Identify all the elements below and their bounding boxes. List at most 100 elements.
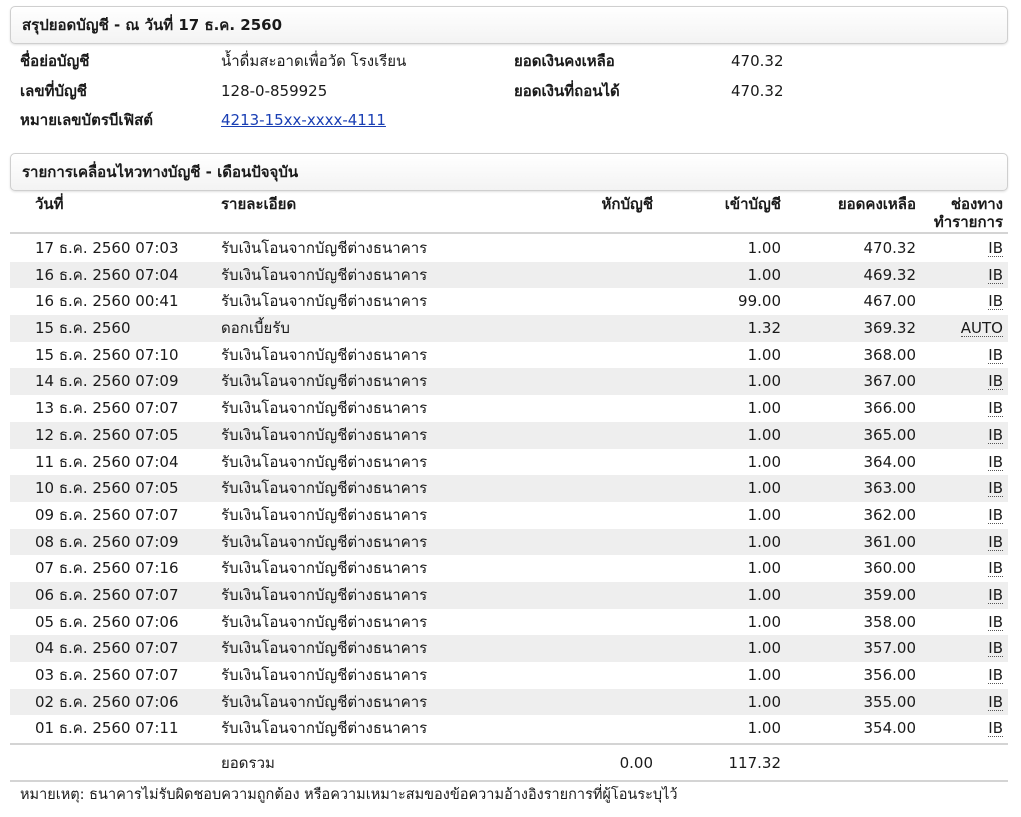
row-channel: IB [988,475,1003,502]
account-number-label: เลขที่บัญชี [20,82,87,100]
table-row: 11 ธ.ค. 2560 07:04 รับเงินโอนจากบัญชีต่าง… [10,449,1008,476]
row-balance: 357.00 [863,639,917,658]
total-credit: 117.32 [728,754,782,772]
row-channel: IB [988,502,1003,529]
row-credit: 1.00 [747,372,781,391]
row-credit: 1.00 [747,265,781,284]
table-row: 01 ธ.ค. 2560 07:11 รับเงินโอนจากบัญชีต่าง… [10,715,1008,742]
debit-card-link[interactable]: 4213-15xx-xxxx-4111 [221,110,386,130]
table-row: 10 ธ.ค. 2560 07:05 รับเงินโอนจากบัญชีต่าง… [10,475,1008,502]
row-credit: 1.00 [747,719,781,738]
table-row: 06 ธ.ค. 2560 07:07 รับเงินโอนจากบัญชีต่าง… [10,581,1008,609]
row-description: รับเงินโอนจากบัญชีต่างธนาคาร [221,265,428,284]
row-channel-abbr[interactable]: IB [988,373,1003,391]
row-channel: IB [988,422,1003,449]
row-balance: 358.00 [863,612,917,631]
column-header-balance: ยอดคงเหลือ [837,195,916,213]
row-channel-abbr[interactable]: IB [988,667,1003,684]
row-balance: 469.32 [863,265,917,284]
row-credit: 1.00 [747,452,781,471]
row-channel-abbr[interactable]: IB [988,587,1003,604]
balance-label: ยอดเงินคงเหลือ [514,52,615,70]
row-credit: 1.00 [747,612,781,631]
row-credit: 1.00 [747,692,781,711]
row-channel-abbr[interactable]: IB [988,640,1003,658]
row-date: 04 ธ.ค. 2560 07:07 [35,639,179,658]
row-channel-abbr[interactable]: IB [988,267,1003,284]
row-channel: IB [988,582,1003,609]
row-channel: IB [988,635,1003,662]
row-date: 01 ธ.ค. 2560 07:11 [35,719,179,738]
column-header-date: วันที่ [35,195,64,213]
row-balance: 367.00 [863,372,917,391]
row-channel: IB [988,715,1003,742]
row-credit: 99.00 [738,292,781,311]
table-row: 13 ธ.ค. 2560 07:07 รับเงินโอนจากบัญชีต่าง… [10,395,1008,422]
row-description: รับเงินโอนจากบัญชีต่างธนาคาร [221,639,428,658]
table-row: 08 ธ.ค. 2560 07:09 รับเงินโอนจากบัญชีต่าง… [10,528,1008,556]
row-balance: 354.00 [863,719,917,738]
table-row: 12 ธ.ค. 2560 07:05 รับเงินโอนจากบัญชีต่าง… [10,421,1008,449]
row-balance: 364.00 [863,452,917,471]
row-balance: 369.32 [863,319,917,338]
table-row: 15 ธ.ค. 2560 ดอกเบี้ยรับ 1.32 369.32 AUTO [10,315,1008,342]
footer-divider [10,780,1008,782]
row-date: 11 ธ.ค. 2560 07:04 [35,452,179,471]
row-channel-abbr[interactable]: IB [988,534,1003,551]
table-row: 07 ธ.ค. 2560 07:16 รับเงินโอนจากบัญชีต่าง… [10,555,1008,582]
row-channel-abbr[interactable]: IB [988,347,1003,364]
row-balance: 365.00 [863,425,917,444]
row-date: 14 ธ.ค. 2560 07:09 [35,372,179,391]
row-credit: 1.00 [747,585,781,604]
row-channel: IB [988,529,1003,556]
row-balance: 361.00 [863,532,917,551]
row-balance: 368.00 [863,345,917,364]
row-credit: 1.00 [747,666,781,684]
table-row: 04 ธ.ค. 2560 07:07 รับเงินโอนจากบัญชีต่าง… [10,635,1008,662]
row-balance: 467.00 [863,292,917,311]
row-description: รับเงินโอนจากบัญชีต่างธนาคาร [221,425,428,444]
row-channel-abbr[interactable]: IB [988,400,1003,418]
row-date: 16 ธ.ค. 2560 00:41 [35,292,179,311]
table-row: 03 ธ.ค. 2560 07:07 รับเงินโอนจากบัญชีต่าง… [10,662,1008,689]
balance-value: 470.32 [731,52,784,70]
row-channel-abbr[interactable]: IB [988,293,1003,311]
row-channel-abbr[interactable]: AUTO [960,320,1003,338]
row-channel-abbr[interactable]: IB [988,454,1003,471]
row-channel-abbr[interactable]: IB [988,427,1003,444]
header-divider [10,232,1008,234]
row-description: รับเงินโอนจากบัญชีต่างธนาคาร [221,239,428,257]
row-channel-abbr[interactable]: IB [988,614,1003,631]
row-date: 06 ธ.ค. 2560 07:07 [35,585,179,604]
table-row: 17 ธ.ค. 2560 07:03 รับเงินโอนจากบัญชีต่าง… [10,235,1008,262]
row-channel-abbr[interactable]: IB [988,240,1003,257]
disclaimer-note: หมายเหตุ: ธนาคารไม่รับผิดชอบความถูกต้อง … [20,787,678,803]
row-channel: IB [988,449,1003,476]
total-label: ยอดรวม [221,754,275,772]
row-description: รับเงินโอนจากบัญชีต่างธนาคาร [221,479,428,498]
row-date: 05 ธ.ค. 2560 07:06 [35,612,179,631]
debit-card-label: หมายเลขบัตรบีเฟิสต์ [20,111,154,129]
account-number-value: 128-0-859925 [221,82,328,100]
total-debit: 0.00 [619,754,653,772]
row-channel-abbr[interactable]: IB [988,507,1003,524]
row-channel-abbr[interactable]: IB [988,694,1003,711]
row-description: รับเงินโอนจากบัญชีต่างธนาคาร [221,585,428,604]
account-name-label: ชื่อย่อบัญชี [20,52,90,70]
row-date: 13 ธ.ค. 2560 07:07 [35,399,179,418]
row-channel: IB [988,262,1003,289]
column-header-channel-line1: ช่องทาง [950,195,1003,213]
row-channel-abbr[interactable]: IB [988,720,1003,738]
row-credit: 1.00 [747,479,781,498]
row-channel: IB [988,609,1003,636]
column-header-channel-line2: ทำรายการ [933,213,1003,231]
row-credit: 1.00 [747,345,781,364]
total-divider [10,743,1008,745]
row-channel: AUTO [960,315,1003,342]
row-credit: 1.00 [747,425,781,444]
row-channel-abbr[interactable]: IB [988,560,1003,578]
column-header-description: รายละเอียด [221,195,297,213]
row-channel-abbr[interactable]: IB [988,480,1003,498]
row-description: รับเงินโอนจากบัญชีต่างธนาคาร [221,452,428,471]
row-channel: IB [988,555,1003,582]
